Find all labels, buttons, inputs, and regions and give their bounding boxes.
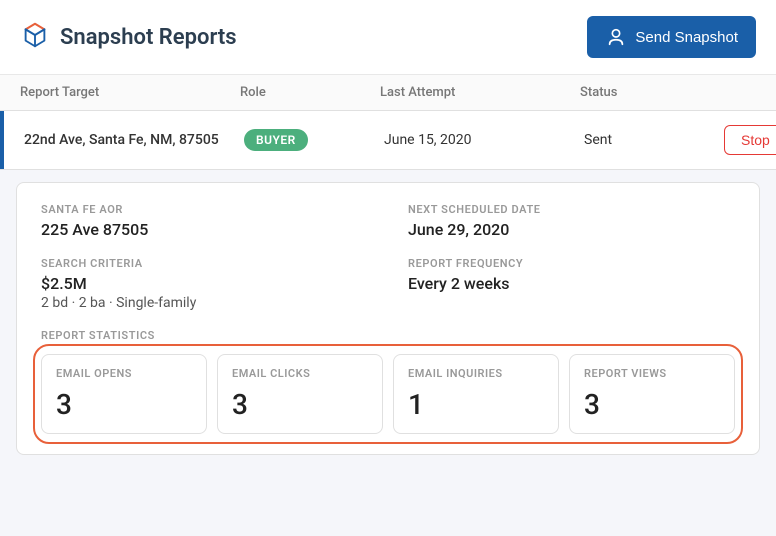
- stat-value-email-clicks: 3: [232, 388, 368, 421]
- cell-status: Sent: [584, 132, 724, 148]
- stat-card-report-views: REPORT VIEWS 3: [569, 354, 735, 434]
- col-status: Status: [580, 85, 720, 100]
- role-badge: BUYER: [244, 129, 308, 151]
- stat-label-report-views: REPORT VIEWS: [584, 367, 720, 380]
- stats-row: EMAIL OPENS 3 EMAIL CLICKS 3 EMAIL INQUI…: [41, 354, 735, 434]
- report-table: Report Target Role Last Attempt Status 2…: [0, 75, 776, 170]
- stat-value-report-views: 3: [584, 388, 720, 421]
- col-last-attempt: Last Attempt: [380, 85, 580, 100]
- send-icon: [605, 26, 627, 48]
- frequency-value: Every 2 weeks: [408, 274, 735, 293]
- table-header: Report Target Role Last Attempt Status: [0, 75, 776, 111]
- stats-section: REPORT STATISTICS EMAIL OPENS 3 EMAIL CL…: [41, 329, 735, 434]
- send-snapshot-label: Send Snapshot: [635, 29, 738, 46]
- stat-card-email-inquiries: EMAIL INQUIRIES 1: [393, 354, 559, 434]
- search-criteria-sub: 2 bd · 2 ba · Single-family: [41, 295, 368, 311]
- cell-action: Stop: [724, 125, 776, 155]
- next-date-label: NEXT SCHEDULED DATE: [408, 203, 735, 216]
- stop-button[interactable]: Stop: [724, 125, 776, 155]
- frequency-section: REPORT FREQUENCY Every 2 weeks: [408, 257, 735, 311]
- next-date-value: June 29, 2020: [408, 220, 735, 239]
- stats-section-label: REPORT STATISTICS: [41, 329, 735, 342]
- header-left: Snapshot Reports: [20, 20, 237, 54]
- search-criteria-value: $2.5M: [41, 274, 368, 293]
- stat-label-email-clicks: EMAIL CLICKS: [232, 367, 368, 380]
- detail-card: SANTA FE AOR 225 Ave 87505 NEXT SCHEDULE…: [16, 182, 760, 455]
- stat-label-email-opens: EMAIL OPENS: [56, 367, 192, 380]
- aor-value: 225 Ave 87505: [41, 220, 368, 239]
- table-row: 22nd Ave, Santa Fe, NM, 87505 BUYER June…: [0, 111, 776, 169]
- cell-last-attempt: June 15, 2020: [384, 132, 584, 148]
- col-role: Role: [240, 85, 380, 100]
- stat-value-email-opens: 3: [56, 388, 192, 421]
- col-report-target: Report Target: [20, 85, 240, 100]
- stat-label-email-inquiries: EMAIL INQUIRIES: [408, 367, 544, 380]
- stat-card-email-clicks: EMAIL CLICKS 3: [217, 354, 383, 434]
- snapshot-icon: [20, 20, 50, 54]
- next-date-section: NEXT SCHEDULED DATE June 29, 2020: [408, 203, 735, 239]
- send-snapshot-button[interactable]: Send Snapshot: [587, 16, 756, 58]
- detail-grid: SANTA FE AOR 225 Ave 87505 NEXT SCHEDULE…: [41, 203, 735, 311]
- search-criteria-section: SEARCH CRITERIA $2.5M 2 bd · 2 ba · Sing…: [41, 257, 368, 311]
- aor-label: SANTA FE AOR: [41, 203, 368, 216]
- cell-role: BUYER: [244, 129, 384, 151]
- cell-report-target: 22nd Ave, Santa Fe, NM, 87505: [24, 132, 244, 148]
- frequency-label: REPORT FREQUENCY: [408, 257, 735, 270]
- page-header: Snapshot Reports Send Snapshot: [0, 0, 776, 75]
- search-criteria-label: SEARCH CRITERIA: [41, 257, 368, 270]
- stat-value-email-inquiries: 1: [408, 388, 544, 421]
- aor-section: SANTA FE AOR 225 Ave 87505: [41, 203, 368, 239]
- stat-card-email-opens: EMAIL OPENS 3: [41, 354, 207, 434]
- col-action: [720, 85, 776, 100]
- page-title: Snapshot Reports: [60, 25, 237, 50]
